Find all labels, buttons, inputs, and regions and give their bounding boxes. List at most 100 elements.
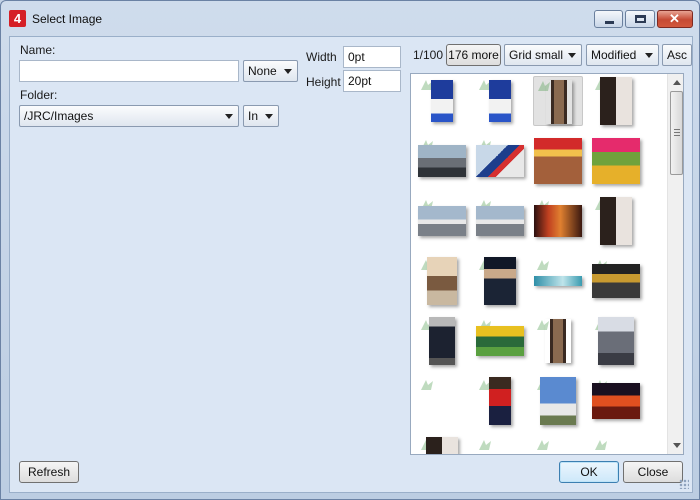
name-mode-value: None <box>248 64 277 78</box>
wedding-couple-icon <box>600 77 632 125</box>
title-bar: 4 Select Image ✕ <box>1 1 699 37</box>
height-input[interactable] <box>343 70 401 92</box>
chevron-down-icon <box>645 53 653 58</box>
street-scene-icon <box>418 145 466 177</box>
image-thumbnail[interactable] <box>417 436 467 454</box>
maximize-icon <box>635 15 646 23</box>
width-input[interactable] <box>343 46 401 68</box>
sort-order-select[interactable]: Asc <box>662 44 692 66</box>
couple-portrait-icon <box>427 257 457 305</box>
image-thumbnail[interactable] <box>417 256 467 306</box>
image-thumbnail[interactable] <box>533 256 583 306</box>
image-thumbnail[interactable] <box>475 376 525 426</box>
placeholder-icon <box>421 380 433 390</box>
grip-line <box>674 135 680 136</box>
vertical-scrollbar[interactable] <box>667 74 683 454</box>
sort-order-value: Asc <box>667 48 688 62</box>
scroll-up-icon[interactable] <box>673 80 681 85</box>
image-thumbnail[interactable] <box>533 76 583 126</box>
placeholder-icon <box>595 440 607 450</box>
image-thumbnail[interactable] <box>591 136 641 186</box>
fire-icon <box>592 383 640 419</box>
image-thumbnail[interactable] <box>417 76 467 126</box>
maximize-button[interactable] <box>625 10 655 28</box>
dialog-body: Name: None Folder: /JRC/Images In Width … <box>9 36 693 493</box>
wedding-couple-icon <box>600 197 632 245</box>
airplane-icon <box>418 206 466 236</box>
page-indicator: 1/100 <box>413 48 444 62</box>
chevron-down-icon <box>265 114 273 119</box>
image-thumbnail[interactable] <box>475 436 525 454</box>
sort-field-select[interactable]: Modified <box>586 44 659 66</box>
power-plant-icon <box>540 377 576 425</box>
image-thumbnail[interactable] <box>591 76 641 126</box>
close-icon: ✕ <box>669 11 680 26</box>
person-with-trophy-icon <box>489 80 511 122</box>
name-mode-select[interactable]: None <box>243 60 298 82</box>
folder-select[interactable]: /JRC/Images <box>19 105 239 127</box>
image-thumbnail[interactable] <box>475 256 525 306</box>
image-thumbnail[interactable] <box>533 376 583 426</box>
placeholder-icon <box>537 260 549 270</box>
man-portrait-icon <box>484 257 516 305</box>
name-input[interactable] <box>19 60 239 82</box>
scroll-down-icon[interactable] <box>673 443 681 448</box>
image-thumbnail[interactable] <box>475 136 525 186</box>
image-grid-panel <box>410 73 684 455</box>
window-title: Select Image <box>32 12 103 26</box>
image-thumbnail[interactable] <box>591 376 641 426</box>
resize-grip-icon[interactable] <box>679 479 689 489</box>
select-image-dialog: 4 Select Image ✕ Name: None Folder: /JRC… <box>0 0 700 500</box>
close-button[interactable]: Close <box>623 461 683 483</box>
image-thumbnail[interactable] <box>475 316 525 366</box>
placeholder-icon <box>537 440 549 450</box>
width-label: Width <box>306 50 337 64</box>
phone-banner-icon <box>534 276 582 286</box>
grip-line <box>674 132 680 133</box>
airplane-tail-icon <box>476 145 524 177</box>
folder-mode-value: In <box>248 109 259 123</box>
image-thumbnail[interactable] <box>417 136 467 186</box>
height-label: Height <box>306 75 341 89</box>
image-thumbnail[interactable] <box>591 436 641 454</box>
airplane-icon <box>476 206 524 236</box>
image-grid[interactable] <box>411 74 667 454</box>
sort-field-value: Modified <box>591 48 637 62</box>
close-window-button[interactable]: ✕ <box>657 10 693 28</box>
image-thumbnail[interactable] <box>591 196 641 246</box>
chevron-down-icon <box>284 69 292 74</box>
folder-mode-select[interactable]: In <box>243 105 279 127</box>
tradgard-magazine-icon <box>592 138 640 184</box>
image-thumbnail[interactable] <box>417 316 467 366</box>
image-thumbnail[interactable] <box>417 196 467 246</box>
image-thumbnail[interactable] <box>591 316 641 366</box>
image-thumbnail[interactable] <box>533 136 583 186</box>
image-thumbnail[interactable] <box>533 436 583 454</box>
minimize-button[interactable] <box>594 10 623 28</box>
ok-button[interactable]: OK <box>559 461 619 483</box>
magazine-cover-icon <box>534 138 582 184</box>
image-thumbnail[interactable] <box>417 376 467 426</box>
image-thumbnail[interactable] <box>475 196 525 246</box>
image-thumbnail[interactable] <box>533 196 583 246</box>
view-mode-value: Grid small <box>509 48 564 62</box>
person-with-trophy-icon <box>431 80 453 122</box>
folder-value: /JRC/Images <box>24 109 94 123</box>
man-walking-icon <box>429 317 455 365</box>
wooden-chair-icon <box>546 80 572 124</box>
image-thumbnail[interactable] <box>475 76 525 126</box>
more-button[interactable]: 176 more <box>446 44 501 66</box>
scrollbar-thumb[interactable] <box>670 91 683 175</box>
name-label: Name: <box>20 43 56 57</box>
worker-icon <box>592 264 640 298</box>
view-mode-select[interactable]: Grid small <box>504 44 582 66</box>
placeholder-icon <box>479 440 491 450</box>
wedding-couple-icon <box>426 437 458 454</box>
refresh-button[interactable]: Refresh <box>19 461 79 483</box>
man-in-red-icon <box>489 377 511 425</box>
dancers-icon <box>534 205 582 237</box>
image-thumbnail[interactable] <box>591 256 641 306</box>
chevron-down-icon <box>225 114 233 119</box>
image-thumbnail[interactable] <box>533 316 583 366</box>
chevron-down-icon <box>568 53 576 58</box>
